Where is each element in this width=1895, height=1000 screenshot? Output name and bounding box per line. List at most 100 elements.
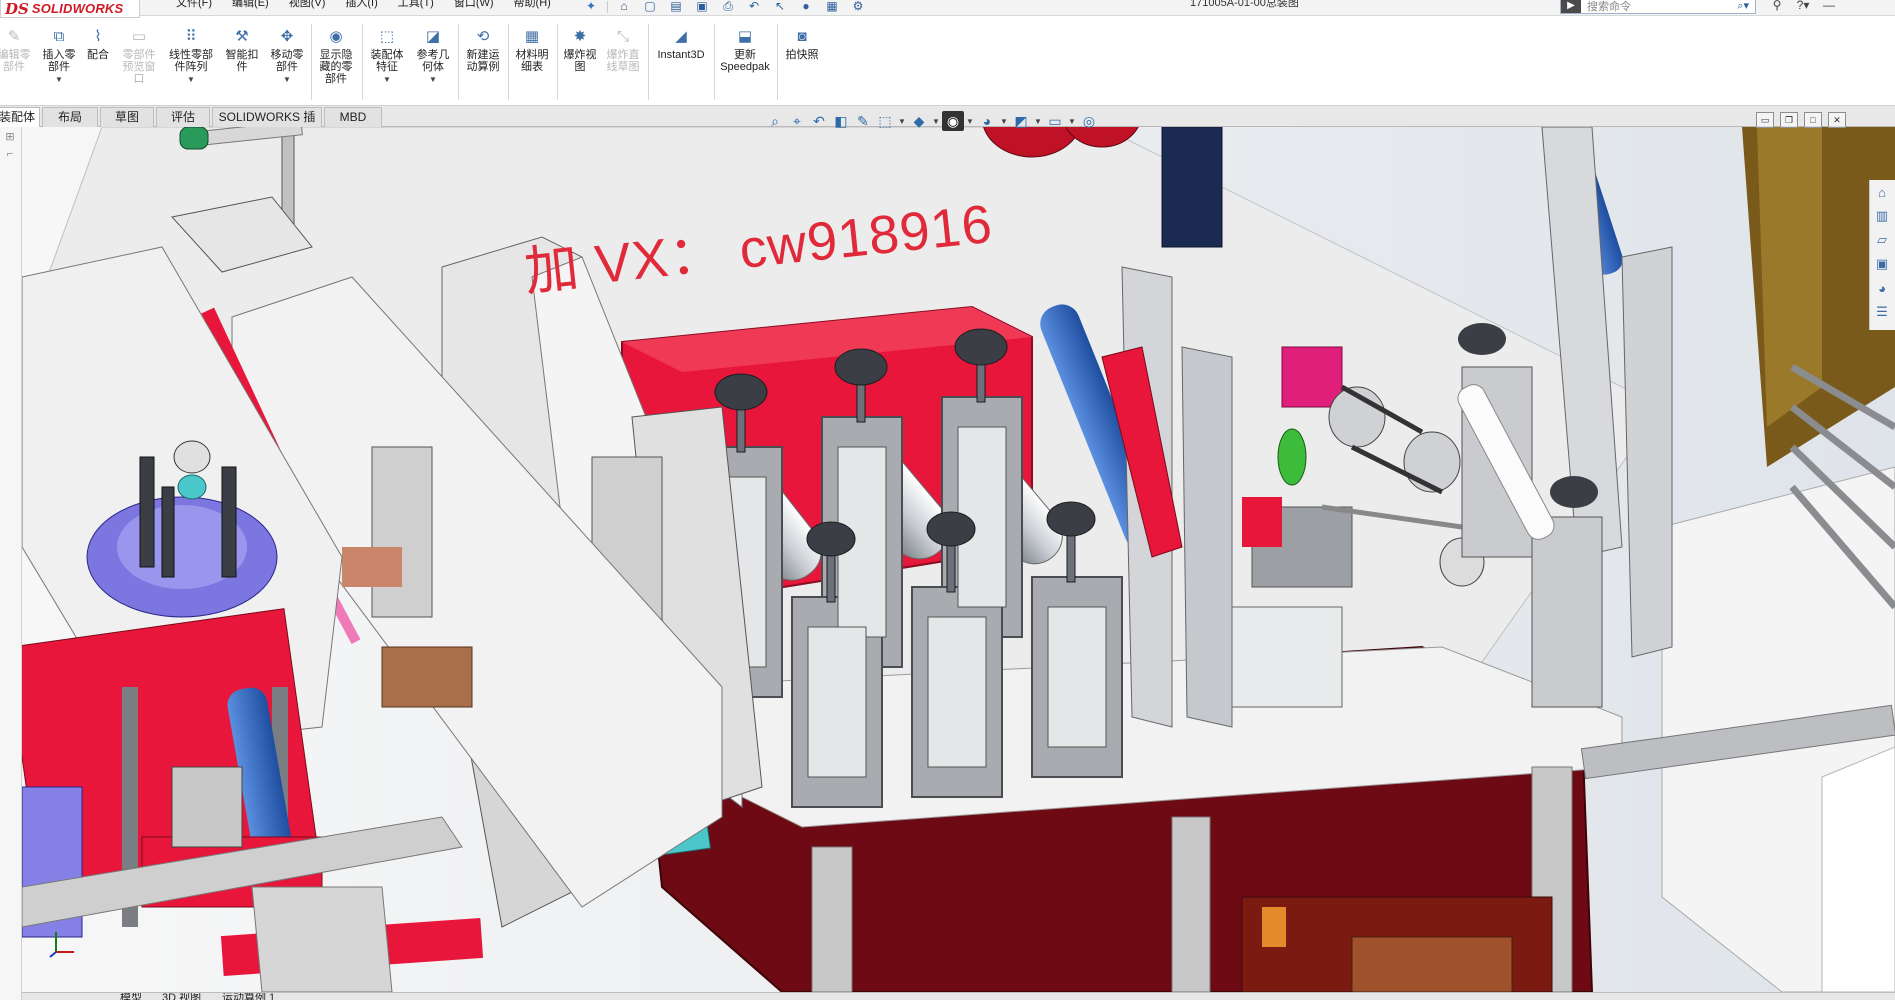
dynamic-annotation-icon[interactable]: ✎: [852, 111, 874, 131]
undo-icon[interactable]: ↶: [741, 0, 767, 13]
tab-sketch[interactable]: 草图: [100, 107, 154, 127]
pulley: [1403, 431, 1461, 493]
custom-properties-icon[interactable]: ☰: [1870, 300, 1894, 324]
viewport-maximize-icon[interactable]: □: [1804, 112, 1822, 128]
menu-window[interactable]: 窗口(W): [446, 0, 502, 14]
apply-scene-icon[interactable]: ◩: [1010, 111, 1032, 131]
reference-geometry-icon: ◪: [425, 27, 441, 45]
motor-box: [1231, 606, 1343, 708]
view-orientation-icon[interactable]: ⬚: [874, 111, 896, 131]
feature-tree-icon[interactable]: ⊞: [0, 127, 20, 145]
dropdown-arrow-icon[interactable]: ▼: [283, 75, 291, 84]
explode-line-sketch-button[interactable]: ⤡ 爆炸直 线草图: [602, 26, 644, 108]
dropdown-arrow-icon[interactable]: ▼: [1066, 111, 1078, 131]
hide-show-items-icon[interactable]: ◉: [942, 111, 964, 131]
insert-component-button[interactable]: ⧉ 插入零 部件 ▼: [38, 26, 80, 108]
move-component-button[interactable]: ✥ 移动零 部件 ▼: [266, 26, 308, 108]
reference-geometry-label: 参考几 何体: [416, 49, 450, 73]
menu-help[interactable]: 帮助(H): [506, 0, 559, 14]
menu-tools[interactable]: 工具(T): [390, 0, 442, 14]
viewport-close-icon[interactable]: ✕: [1828, 112, 1846, 128]
update-speedpak-button[interactable]: ⬓ 更新 Speedpak: [716, 26, 774, 108]
design-library-icon[interactable]: ▥: [1870, 204, 1894, 228]
dropdown-arrow-icon[interactable]: ▼: [930, 111, 942, 131]
realview-icon[interactable]: ◎: [1078, 111, 1100, 131]
section-view-icon[interactable]: ◧: [830, 111, 852, 131]
search-input[interactable]: 搜索命令: [1587, 0, 1737, 14]
feature-manager-collapsed: ⊞ ⌐: [0, 127, 22, 1000]
options-gear-icon[interactable]: ⚙: [845, 0, 871, 13]
open-icon[interactable]: ▤: [663, 0, 689, 13]
dropdown-arrow-icon[interactable]: ▼: [429, 75, 437, 84]
zoom-to-area-icon[interactable]: ⌖: [786, 111, 808, 131]
dropdown-arrow-icon[interactable]: ▼: [383, 75, 391, 84]
take-snapshot-button[interactable]: ◙ 拍快照: [780, 26, 824, 108]
dropdown-arrow-icon[interactable]: ▼: [55, 75, 63, 84]
menu-edit[interactable]: 编辑(E): [224, 0, 277, 14]
edit-appearance-icon[interactable]: ◕: [976, 111, 998, 131]
search-icon[interactable]: ⌕▾: [1737, 0, 1749, 13]
solidworks-logo[interactable]: DS SOLIDWORKS: [0, 0, 140, 18]
print-icon[interactable]: ⎙: [715, 0, 741, 13]
ribbon-separator: [648, 24, 649, 100]
frame-leg: [1171, 816, 1211, 992]
snapshot-label: 拍快照: [785, 49, 819, 61]
instant3d-button[interactable]: ◢ Instant3D: [651, 26, 711, 108]
linear-pattern-button[interactable]: ⠿ 线性零部 件阵列 ▼: [164, 26, 218, 108]
exploded-view-icon: ✸: [573, 27, 587, 45]
view-palette-icon[interactable]: ▣: [1870, 252, 1894, 276]
dropdown-arrow-icon[interactable]: ▼: [187, 75, 195, 84]
select-arrow-icon[interactable]: ↖: [767, 0, 793, 13]
viewport-restore-icon[interactable]: ❐: [1780, 112, 1798, 128]
tab-mbd[interactable]: MBD: [324, 107, 382, 127]
previous-view-icon[interactable]: ↶: [808, 111, 830, 131]
new-motion-study-button[interactable]: ⟲ 新建运 动算例: [461, 26, 505, 108]
display-style-icon[interactable]: ◆: [908, 111, 930, 131]
bill-of-materials-button[interactable]: ▦ 材料明 细表: [511, 26, 553, 108]
tab-layout[interactable]: 布局: [42, 107, 98, 127]
assembly-features-button[interactable]: ⬚ 装配体 特征 ▼: [365, 26, 409, 108]
file-properties-icon[interactable]: ▦: [819, 0, 845, 13]
home-icon[interactable]: ⌂: [611, 0, 637, 13]
dropdown-arrow-icon[interactable]: ▼: [964, 111, 976, 131]
dropdown-arrow-icon[interactable]: ▼: [1032, 111, 1044, 131]
show-hidden-icon: ◉: [329, 27, 343, 45]
help-icon[interactable]: ?▾: [1790, 0, 1816, 12]
show-hidden-components-button[interactable]: ◉ 显示隐 藏的零 部件: [314, 26, 358, 108]
pin-icon[interactable]: ✦: [578, 0, 604, 13]
zoom-to-fit-icon[interactable]: ⌕: [764, 111, 786, 131]
tab-solidworks-addins[interactable]: SOLIDWORKS 插件: [212, 107, 322, 143]
menu-insert[interactable]: 插入(I): [337, 0, 385, 14]
viewport-minimize-icon[interactable]: ▭: [1756, 112, 1774, 128]
tab-3d-views[interactable]: 3D 视图: [162, 993, 201, 1000]
tab-assembly[interactable]: 装配体: [0, 107, 40, 127]
user-icon[interactable]: ⚲: [1764, 0, 1790, 12]
mate-button[interactable]: ⌇ 配合: [82, 26, 114, 108]
menu-file[interactable]: 文件(F): [168, 0, 220, 14]
collapse-arrow-icon[interactable]: ⌐: [0, 145, 20, 163]
save-icon[interactable]: ▣: [689, 0, 715, 13]
dropdown-arrow-icon[interactable]: ▼: [998, 111, 1010, 131]
edit-component-button[interactable]: ✎ 编辑零 部件: [0, 26, 34, 108]
component-preview-button[interactable]: ▭ 零部件 预览窗 口: [118, 26, 160, 108]
new-document-icon[interactable]: ▢: [637, 0, 663, 13]
solidworks-resources-icon[interactable]: ⌂: [1870, 180, 1894, 204]
smart-fasteners-button[interactable]: ⚒ 智能扣 件: [222, 26, 262, 108]
tab-motion-study[interactable]: 运动算例 1: [222, 993, 275, 1000]
minimize-icon[interactable]: —: [1816, 0, 1842, 12]
model-view-tabs: 模型 3D 视图 运动算例 1: [22, 992, 1895, 1000]
dropdown-arrow-icon[interactable]: ▼: [896, 111, 908, 131]
appearances-icon[interactable]: ◕: [1870, 276, 1894, 300]
ribbon-separator: [508, 24, 509, 100]
motion-study-label: 新建运 动算例: [466, 49, 500, 73]
tab-model[interactable]: 模型: [120, 993, 142, 1000]
reference-geometry-button[interactable]: ◪ 参考几 何体 ▼: [411, 26, 455, 108]
search-scope-icon[interactable]: ▶: [1561, 0, 1581, 13]
file-explorer-icon[interactable]: ▱: [1870, 228, 1894, 252]
exploded-view-button[interactable]: ✸ 爆炸视 图: [560, 26, 600, 108]
rebuild-traffic-light-icon[interactable]: ●: [793, 0, 819, 13]
search-commands-box[interactable]: ▶ 搜索命令 ⌕▾: [1560, 0, 1756, 14]
menu-view[interactable]: 视图(V): [281, 0, 334, 14]
view-settings-icon[interactable]: ▭: [1044, 111, 1066, 131]
tab-evaluate[interactable]: 评估: [156, 107, 210, 127]
